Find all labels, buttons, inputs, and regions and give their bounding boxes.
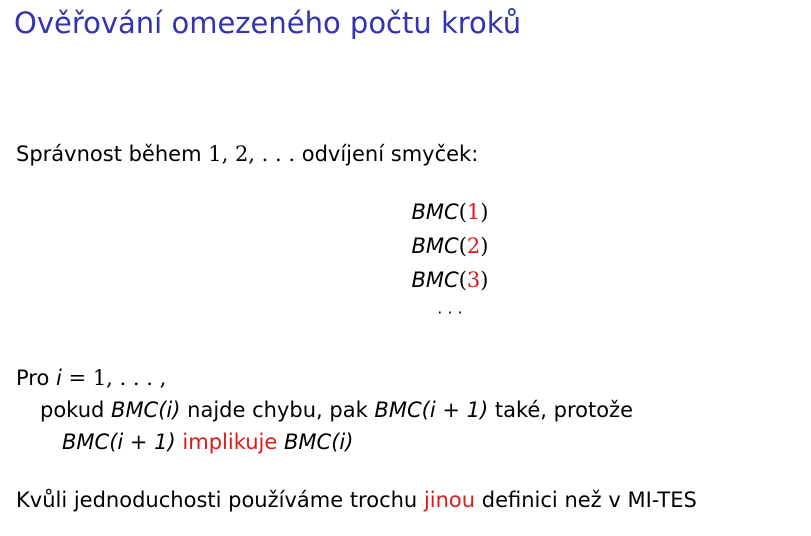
cond-suffix: také, protože (494, 398, 634, 422)
bmc-arg: 1 (466, 200, 481, 224)
implication-line: BMC(i + 1) implikuje BMC(i) (62, 432, 353, 453)
cond-mid: najde chybu, pak (187, 398, 368, 422)
cond-prefix: pokud (40, 398, 105, 422)
bmc-name: BMC (411, 234, 459, 258)
loop-pro: Pro (16, 366, 50, 390)
intro-text: Správnost během (16, 142, 202, 166)
intro-math: 1, 2, . . . (208, 142, 296, 166)
loop-var: i (56, 366, 62, 390)
bmc-line-2: BMC(2) (380, 236, 520, 257)
bmc-open: ( (458, 268, 467, 292)
impl-word: implikuje (182, 430, 278, 454)
footer-prefix: Kvůli jednoduchosti používáme trochu (16, 488, 418, 512)
bmc-line-3: BMC(3) (380, 270, 520, 291)
bmc-close: ) (480, 234, 489, 258)
intro-line: Správnost během 1, 2, . . . odvíjení smy… (16, 144, 478, 165)
cond-arg-next: (i + 1) (421, 398, 489, 422)
impl-arg-i: (i) (331, 430, 354, 454)
impl-bmc-i: BMC (283, 430, 332, 454)
slide-title: Ověřování omezeného počtu kroků (14, 6, 522, 40)
bmc-name: BMC (411, 200, 459, 224)
bmc-line-1: BMC(1) (380, 202, 520, 223)
cond-arg-i: (i) (158, 398, 181, 422)
cond-bmc-i: BMC (111, 398, 159, 422)
cond-bmc-next: BMC (374, 398, 422, 422)
bmc-arg: 2 (466, 234, 481, 258)
impl-arg-next: (i + 1) (109, 430, 176, 454)
bmc-name: BMC (411, 268, 459, 292)
vdots: · · · (437, 303, 463, 322)
footer-suffix: definici než v MI-TES (481, 488, 697, 512)
intro-tail: odvíjení smyček: (301, 142, 479, 166)
bmc-open: ( (458, 200, 467, 224)
bmc-close: ) (480, 200, 489, 224)
footer-line: Kvůli jednoduchosti používáme trochu jin… (16, 490, 697, 511)
bmc-open: ( (458, 234, 467, 258)
bmc-arg: 3 (466, 268, 481, 292)
loop-range: = 1, . . . , (68, 366, 167, 390)
loop-line: Pro i = 1, . . . , (16, 368, 166, 389)
impl-bmc-next: BMC (62, 430, 110, 454)
condition-line: pokud BMC(i) najde chybu, pak BMC(i + 1)… (40, 400, 633, 421)
bmc-close: ) (480, 268, 489, 292)
footer-highlight: jinou (423, 488, 476, 512)
